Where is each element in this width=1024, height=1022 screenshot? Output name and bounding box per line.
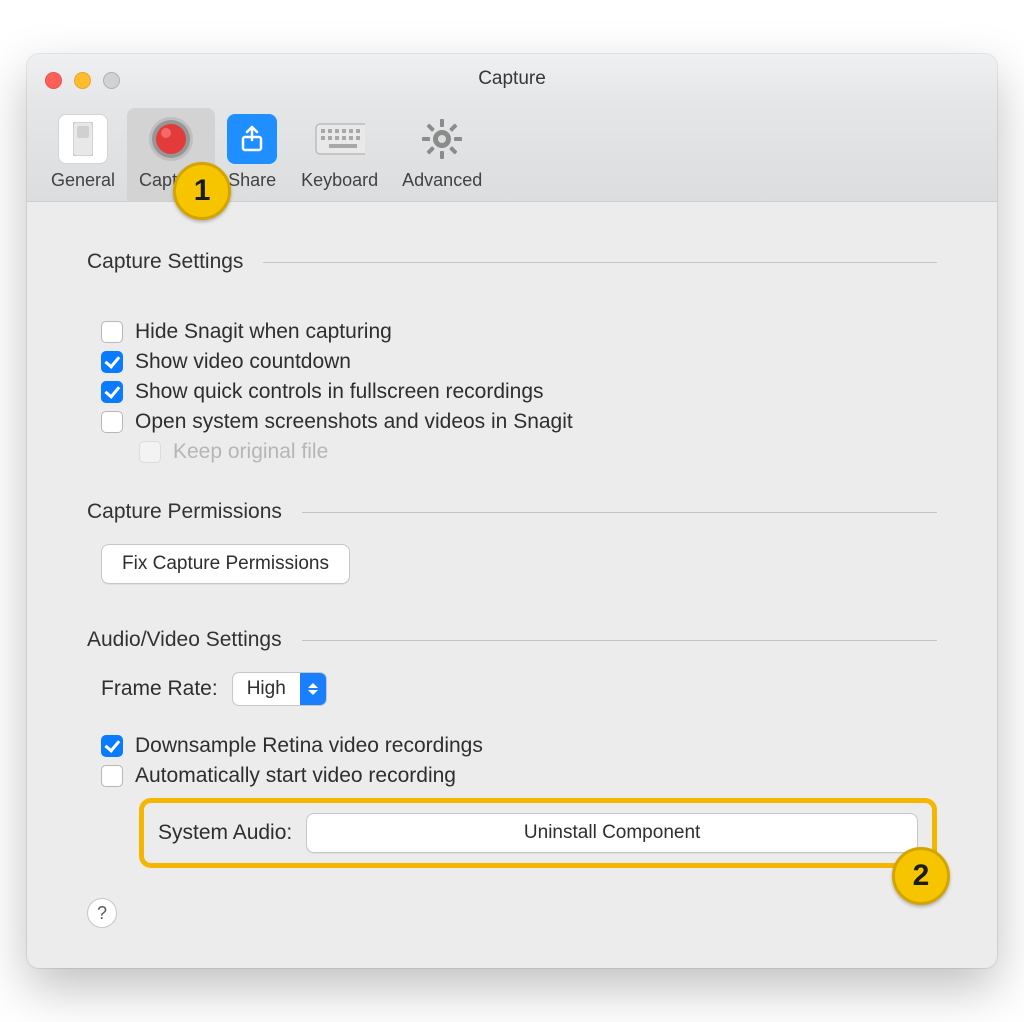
fix-capture-permissions-button[interactable]: Fix Capture Permissions (101, 544, 350, 584)
preferences-window: Capture General Capture 1 Share (27, 54, 997, 968)
checkbox-icon (101, 381, 123, 403)
section-title-capture-permissions: Capture Permissions (87, 500, 937, 524)
select-value: High (233, 678, 300, 700)
checkbox-label: Downsample Retina video recordings (135, 734, 483, 758)
checkbox-icon (101, 735, 123, 757)
checkbox-icon (101, 765, 123, 787)
frame-rate-select[interactable]: High (232, 672, 327, 706)
system-audio-highlight: System Audio: Uninstall Component 2 (139, 798, 937, 868)
system-audio-label: System Audio: (158, 821, 292, 845)
content-pane: Capture Settings Hide Snagit when captur… (27, 201, 997, 968)
capture-record-icon (146, 114, 196, 164)
callout-badge-2: 2 (892, 847, 950, 905)
checkbox-show-countdown[interactable]: Show video countdown (87, 350, 937, 374)
select-stepper-icon (300, 673, 326, 705)
checkbox-label: Open system screenshots and videos in Sn… (135, 410, 573, 434)
preferences-toolbar: General Capture 1 Share Keyboard A (27, 104, 997, 201)
window-controls (45, 72, 120, 89)
frame-rate-label: Frame Rate: (101, 677, 218, 701)
tab-label: General (51, 170, 115, 191)
checkbox-icon (139, 441, 161, 463)
keyboard-icon (315, 114, 365, 164)
divider (263, 262, 937, 263)
checkbox-hide-snagit[interactable]: Hide Snagit when capturing (87, 320, 937, 344)
frame-rate-row: Frame Rate: High (87, 672, 937, 706)
window-title: Capture (27, 68, 997, 90)
checkbox-label: Show video countdown (135, 350, 351, 374)
checkbox-label: Hide Snagit when capturing (135, 320, 392, 344)
tab-keyboard[interactable]: Keyboard (289, 108, 390, 201)
help-button[interactable]: ? (87, 898, 117, 928)
zoom-window-button[interactable] (103, 72, 120, 89)
callout-badge-1: 1 (173, 162, 231, 220)
close-window-button[interactable] (45, 72, 62, 89)
section-title-capture-settings: Capture Settings (87, 250, 937, 274)
checkbox-icon (101, 411, 123, 433)
tab-general[interactable]: General (39, 108, 127, 201)
tab-label: Share (228, 170, 276, 191)
checkbox-icon (101, 351, 123, 373)
checkbox-downsample-retina[interactable]: Downsample Retina video recordings (87, 734, 937, 758)
divider (302, 512, 937, 513)
gear-icon (417, 114, 467, 164)
tab-label: Advanced (402, 170, 482, 191)
general-icon (58, 114, 108, 164)
section-title-text: Capture Settings (87, 250, 243, 274)
checkbox-auto-start-recording[interactable]: Automatically start video recording (87, 764, 937, 788)
tab-capture[interactable]: Capture 1 (127, 108, 215, 201)
section-title-audio-video: Audio/Video Settings (87, 628, 937, 652)
titlebar: Capture (27, 54, 997, 104)
checkbox-keep-original: Keep original file (87, 440, 937, 464)
minimize-window-button[interactable] (74, 72, 91, 89)
tab-label: Keyboard (301, 170, 378, 191)
section-title-text: Audio/Video Settings (87, 628, 282, 652)
checkbox-label: Keep original file (173, 440, 328, 464)
share-icon (227, 114, 277, 164)
checkbox-label: Show quick controls in fullscreen record… (135, 380, 544, 404)
divider (302, 640, 937, 641)
checkbox-label: Automatically start video recording (135, 764, 456, 788)
checkbox-quick-controls[interactable]: Show quick controls in fullscreen record… (87, 380, 937, 404)
uninstall-component-button[interactable]: Uninstall Component (306, 813, 918, 853)
checkbox-icon (101, 321, 123, 343)
section-title-text: Capture Permissions (87, 500, 282, 524)
checkbox-open-system[interactable]: Open system screenshots and videos in Sn… (87, 410, 937, 434)
tab-advanced[interactable]: Advanced (390, 108, 494, 201)
